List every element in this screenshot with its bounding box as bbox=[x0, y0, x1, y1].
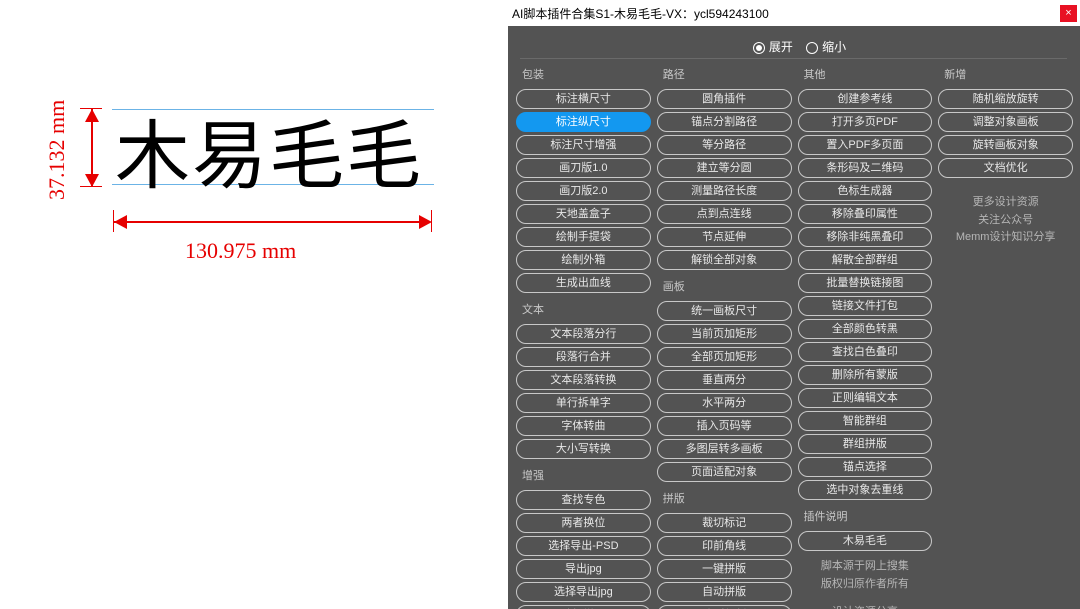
btn[interactable]: 点到点连线 bbox=[657, 204, 792, 224]
panel-title: AI脚本插件合集S1-木易毛毛-VX：ycl594243100 bbox=[512, 5, 1060, 22]
columns: 包装 标注横尺寸 标注纵尺寸 标注尺寸增强 画刀版1.0 画刀版2.0 天地盖盒… bbox=[508, 64, 1080, 609]
section-other: 其他 bbox=[798, 64, 933, 86]
btn[interactable]: 锚点分割路径 bbox=[657, 112, 792, 132]
btn[interactable]: 画刀版2.0 bbox=[516, 181, 651, 201]
btn[interactable]: 选择增强 bbox=[516, 605, 651, 609]
btn[interactable]: 绘制手提袋 bbox=[516, 227, 651, 247]
section-text: 文本 bbox=[516, 299, 651, 321]
column-1: 包装 标注横尺寸 标注纵尺寸 标注尺寸增强 画刀版1.0 画刀版2.0 天地盖盒… bbox=[516, 64, 651, 609]
btn[interactable]: 全部颜色转黑 bbox=[798, 319, 933, 339]
column-4: 新增 随机缩放旋转 调整对象画板 旋转画板对象 文档优化 更多设计资源 关注公众… bbox=[938, 64, 1073, 609]
btn[interactable]: 测量路径长度 bbox=[657, 181, 792, 201]
canvas-area: 木易毛毛 37.132 mm 130.975 mm bbox=[0, 0, 505, 609]
column-3: 其他 创建参考线 打开多页PDF 置入PDF多页面 条形码及二维码 色标生成器 … bbox=[798, 64, 933, 609]
btn[interactable]: 多图层转多画板 bbox=[657, 439, 792, 459]
radio-collapse[interactable] bbox=[806, 42, 818, 54]
btn[interactable]: 色标生成器 bbox=[798, 181, 933, 201]
btn[interactable]: 选择导出jpg bbox=[516, 582, 651, 602]
btn[interactable]: 节点延伸 bbox=[657, 227, 792, 247]
btn[interactable]: 解散全部群组 bbox=[798, 250, 933, 270]
close-button[interactable]: × bbox=[1060, 5, 1077, 22]
btn[interactable]: 天地盖盒子 bbox=[516, 204, 651, 224]
btn[interactable]: 移除非纯黑叠印 bbox=[798, 227, 933, 247]
radio-collapse-label: 缩小 bbox=[822, 40, 846, 54]
dim-h-line bbox=[114, 221, 430, 223]
radio-expand[interactable] bbox=[753, 42, 765, 54]
radio-expand-label: 展开 bbox=[769, 40, 793, 54]
btn[interactable]: 解锁全部对象 bbox=[657, 250, 792, 270]
btn[interactable]: 选中对象去重线 bbox=[798, 480, 933, 500]
btn[interactable]: 查找专色 bbox=[516, 490, 651, 510]
btn[interactable]: 当前页加矩形 bbox=[657, 324, 792, 344]
btn[interactable]: 大小写转换 bbox=[516, 439, 651, 459]
btn[interactable]: 查找白色叠印 bbox=[798, 342, 933, 362]
btn[interactable]: 建立等分圆 bbox=[657, 158, 792, 178]
section-packaging: 包装 bbox=[516, 64, 651, 86]
btn[interactable]: 统一画板尺寸 bbox=[657, 301, 792, 321]
btn-author[interactable]: 木易毛毛 bbox=[798, 531, 933, 551]
artwork-text[interactable]: 木易毛毛 bbox=[115, 95, 423, 204]
btn[interactable]: 段落行合并 bbox=[516, 347, 651, 367]
dim-h-arrow-right bbox=[419, 215, 432, 229]
view-toggle: 展开 缩小 bbox=[508, 38, 1080, 55]
btn[interactable]: 生成出血线 bbox=[516, 273, 651, 293]
btn[interactable]: 标注尺寸增强 bbox=[516, 135, 651, 155]
btn[interactable]: 文档优化 bbox=[938, 158, 1073, 178]
btn[interactable]: 页面适配对象 bbox=[657, 462, 792, 482]
dim-h-label: 130.975 mm bbox=[185, 238, 296, 264]
btn[interactable]: 画刀版1.0 bbox=[516, 158, 651, 178]
btn[interactable]: 调整对象画板 bbox=[938, 112, 1073, 132]
btn[interactable]: 插入页码等 bbox=[657, 416, 792, 436]
btn[interactable]: 智能群组 bbox=[798, 411, 933, 431]
btn[interactable]: 群组拼版 bbox=[798, 434, 933, 454]
section-path: 路径 bbox=[657, 64, 792, 86]
btn[interactable]: 锚点选择 bbox=[798, 457, 933, 477]
btn[interactable]: 正则编辑文本 bbox=[798, 388, 933, 408]
btn[interactable]: 随机缩放旋转 bbox=[938, 89, 1073, 109]
btn[interactable]: 裁切标记 bbox=[657, 513, 792, 533]
column-2: 路径 圆角插件 锚点分割路径 等分路径 建立等分圆 测量路径长度 点到点连线 节… bbox=[657, 64, 792, 609]
about-info-2: 设计资源分享 VX：ycl594243100 bbox=[798, 600, 933, 609]
btn-active[interactable]: 标注纵尺寸 bbox=[516, 112, 651, 132]
section-about: 插件说明 bbox=[798, 506, 933, 528]
btn[interactable]: 圆角插件 bbox=[657, 89, 792, 109]
dim-v-arrow-bottom bbox=[85, 174, 99, 187]
resources-info: 更多设计资源 关注公众号 Memm设计知识分享 bbox=[938, 190, 1073, 251]
btn[interactable]: 旋转画板对象 bbox=[938, 135, 1073, 155]
btn[interactable]: 等分路径 bbox=[657, 135, 792, 155]
divider bbox=[520, 58, 1067, 59]
dim-v-label: 37.132 mm bbox=[44, 100, 70, 200]
btn[interactable]: 批量替换链接图 bbox=[798, 273, 933, 293]
btn[interactable]: 全部页加矩形 bbox=[657, 347, 792, 367]
btn[interactable]: 移除叠印属性 bbox=[798, 204, 933, 224]
btn[interactable]: 阵列复制 bbox=[657, 605, 792, 609]
btn[interactable]: 字体转曲 bbox=[516, 416, 651, 436]
section-imposition: 拼版 bbox=[657, 488, 792, 510]
section-artboard: 画板 bbox=[657, 276, 792, 298]
btn[interactable]: 水平两分 bbox=[657, 393, 792, 413]
btn[interactable]: 创建参考线 bbox=[798, 89, 933, 109]
btn[interactable]: 导出jpg bbox=[516, 559, 651, 579]
btn[interactable]: 打开多页PDF bbox=[798, 112, 933, 132]
btn[interactable]: 标注横尺寸 bbox=[516, 89, 651, 109]
btn[interactable]: 删除所有蒙版 bbox=[798, 365, 933, 385]
btn[interactable]: 文本段落分行 bbox=[516, 324, 651, 344]
btn[interactable]: 置入PDF多页面 bbox=[798, 135, 933, 155]
section-enhance: 增强 bbox=[516, 465, 651, 487]
btn[interactable]: 单行拆单字 bbox=[516, 393, 651, 413]
btn[interactable]: 绘制外箱 bbox=[516, 250, 651, 270]
btn[interactable]: 条形码及二维码 bbox=[798, 158, 933, 178]
panel-titlebar[interactable]: AI脚本插件合集S1-木易毛毛-VX：ycl594243100 × bbox=[508, 0, 1080, 26]
btn[interactable]: 自动拼版 bbox=[657, 582, 792, 602]
btn[interactable]: 两者换位 bbox=[516, 513, 651, 533]
btn[interactable]: 印前角线 bbox=[657, 536, 792, 556]
btn[interactable]: 文本段落转换 bbox=[516, 370, 651, 390]
btn[interactable]: 垂直两分 bbox=[657, 370, 792, 390]
plugin-panel: AI脚本插件合集S1-木易毛毛-VX：ycl594243100 × 展开 缩小 … bbox=[508, 0, 1080, 609]
btn[interactable]: 链接文件打包 bbox=[798, 296, 933, 316]
about-info-1: 脚本源于网上搜集 版权归原作者所有 bbox=[798, 554, 933, 597]
btn[interactable]: 一键拼版 bbox=[657, 559, 792, 579]
section-new: 新增 bbox=[938, 64, 1073, 86]
btn[interactable]: 选择导出-PSD bbox=[516, 536, 651, 556]
